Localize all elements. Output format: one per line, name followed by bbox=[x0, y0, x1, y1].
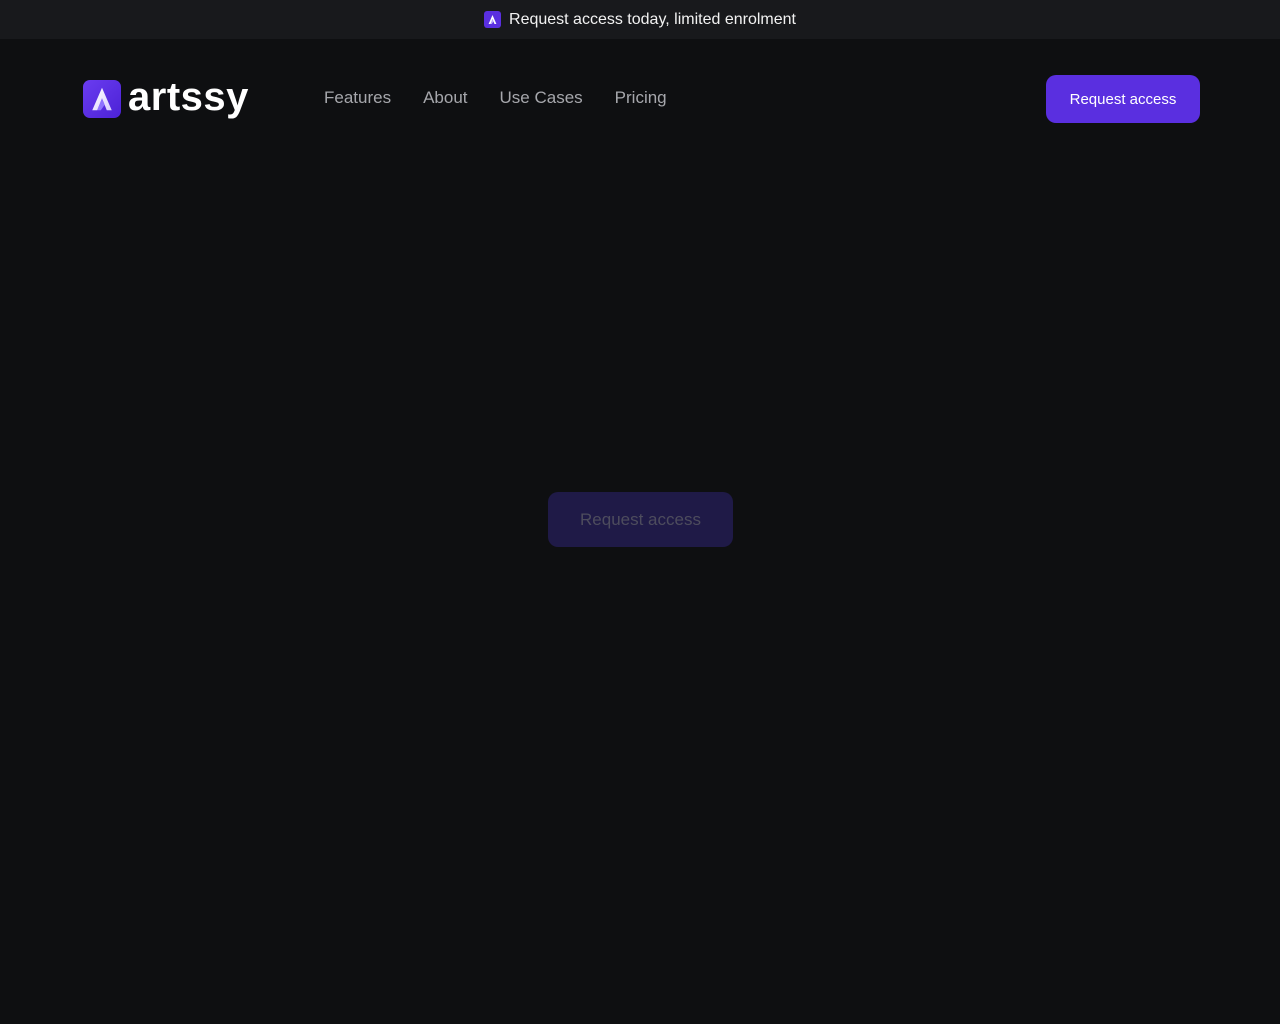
logo-link[interactable]: artssy bbox=[83, 75, 249, 119]
nav-link-about[interactable]: About bbox=[423, 88, 467, 108]
artssy-logo-icon bbox=[83, 80, 121, 118]
artssy-logo-icon bbox=[484, 11, 502, 28]
logo-wordmark: artssy bbox=[128, 75, 249, 119]
hero-request-access-button[interactable]: Request access bbox=[548, 492, 733, 547]
request-access-button[interactable]: Request access bbox=[1046, 75, 1200, 123]
announcement-text: Request access today, limited enrolment bbox=[509, 10, 796, 28]
nav-link-features[interactable]: Features bbox=[324, 88, 391, 108]
announcement-bar[interactable]: Request access today, limited enrolment bbox=[0, 0, 1280, 39]
nav-link-use-cases[interactable]: Use Cases bbox=[500, 88, 583, 108]
nav-links: Features About Use Cases Pricing bbox=[324, 88, 667, 108]
main-navigation: artssy Features About Use Cases Pricing … bbox=[0, 39, 1280, 159]
nav-link-pricing[interactable]: Pricing bbox=[615, 88, 667, 108]
